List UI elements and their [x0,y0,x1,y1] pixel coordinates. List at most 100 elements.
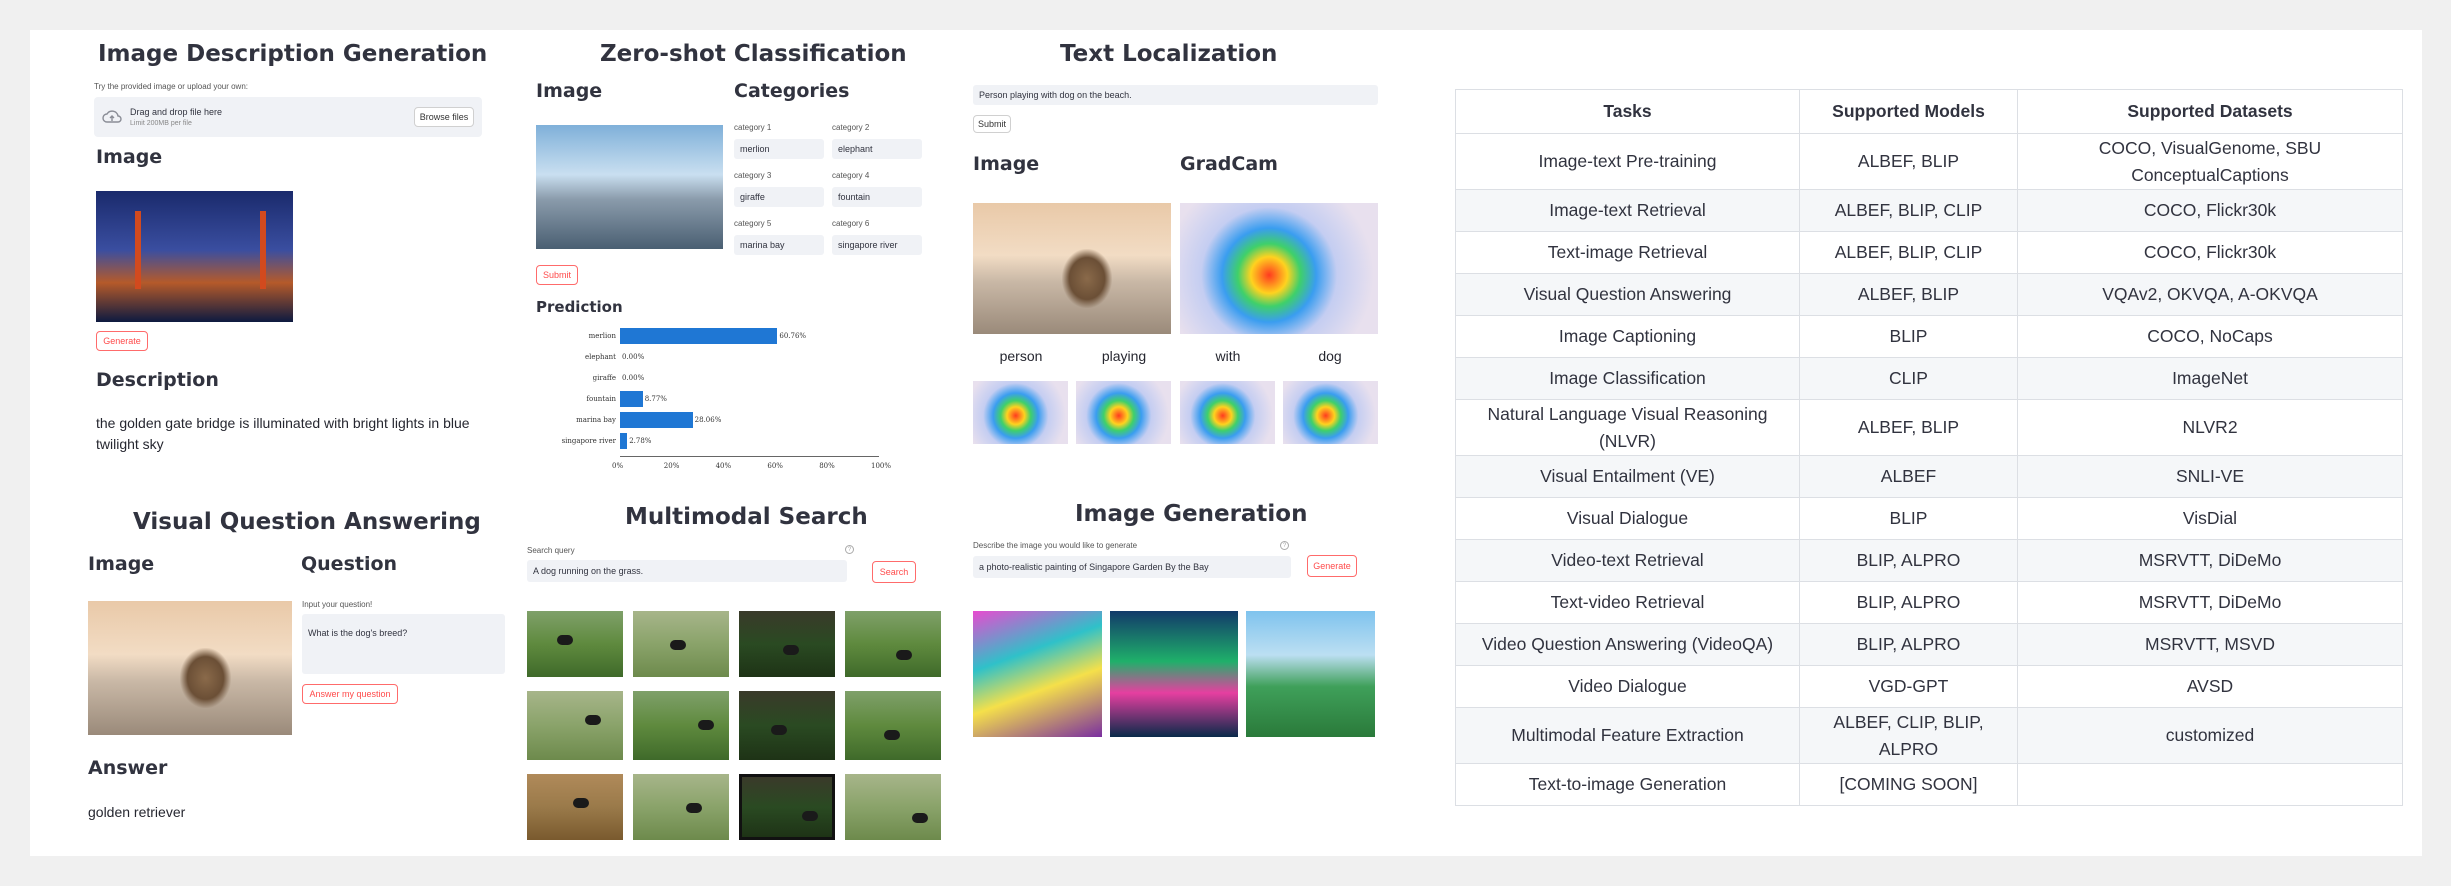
x-tick-label: 80% [819,462,835,470]
search-result-image[interactable] [527,611,623,677]
category-3-label: category 3 [734,171,772,180]
category-6-input[interactable]: singapore river [832,235,922,255]
prediction-bar [620,328,778,344]
x-tick-label: 60% [767,462,783,470]
dog-figure [783,645,799,655]
localization-text-input[interactable]: Person playing with dog on the beach. [973,85,1378,105]
dog-figure [802,811,818,821]
bar-category-label: merlion [588,332,616,340]
x-tick-label: 40% [715,462,732,470]
task-cell: Image-text Retrieval [1455,189,1800,232]
dog-figure [585,715,601,725]
generated-image-2 [1110,611,1238,737]
datasets-cell: NLVR2 [2017,399,2403,456]
generation-help-icon: ? [1280,541,1289,550]
datasets-cell: COCO, Flickr30k [2017,189,2403,232]
table-row: Visual Entailment (VE) ALBEF SNLI-VE [1455,455,2403,498]
generation-prompt-input[interactable]: a photo-realistic painting of Singapore … [973,556,1291,578]
vqa-beach-image [88,601,292,735]
localization-title: Text Localization [1060,41,1278,67]
search-result-image[interactable] [633,611,729,677]
dog-figure [686,803,702,813]
search-result-image[interactable] [845,611,941,677]
table-row: Image Captioning BLIP COCO, NoCaps [1455,315,2403,358]
generation-title: Image Generation [1075,501,1308,527]
table-row: Image-text Retrieval ALBEF, BLIP, CLIP COC… [1455,189,2403,232]
heatmap-dog [1283,381,1378,444]
zeroshot-image-label: Image [536,80,603,102]
category-4-input[interactable]: fountain [832,187,922,207]
cloud-upload-icon [102,110,122,123]
gradcam-label: GradCam [1180,153,1278,175]
vqa-title: Visual Question Answering [133,509,481,535]
prediction-bar [620,412,693,428]
search-button[interactable]: Search [872,561,916,583]
localization-image-label: Image [973,153,1040,175]
generation-button[interactable]: Generate [1307,555,1357,577]
search-result-image[interactable] [739,774,835,840]
dropzone-limit: Limit 200MB per file [130,120,192,127]
datasets-cell: VisDial [2017,497,2403,540]
search-results-grid [527,611,941,841]
datasets-cell: COCO, NoCaps [2017,315,2403,358]
search-result-image[interactable] [633,774,729,840]
generated-image-1 [973,611,1102,737]
bar-value-label: 2.78% [629,437,652,445]
prediction-bar [620,391,643,407]
vqa-question-label: Question [301,553,398,575]
category-1-input[interactable]: merlion [734,139,824,159]
gradcam-image [1180,203,1378,334]
task-cell: Text-to-image Generation [1455,763,1800,806]
models-cell: ALBEF, BLIP [1799,273,2018,316]
datasets-cell: ImageNet [2017,357,2403,400]
localization-submit-button[interactable]: Submit [973,115,1011,133]
table-row: Visual Dialogue BLIP VisDial [1455,497,2403,540]
dog-figure [698,720,714,730]
search-query-label: Search query [527,546,575,555]
search-result-image[interactable] [527,691,623,760]
table-row: Video-text Retrieval BLIP, ALPRO MSRVTT, D… [1455,539,2403,582]
generate-caption-button[interactable]: Generate [96,331,148,351]
category-5-input[interactable]: marina bay [734,235,824,255]
datasets-cell: MSRVTT, DiDeMo [2017,581,2403,624]
header-datasets: Supported Datasets [2017,89,2403,134]
task-cell: Visual Dialogue [1455,497,1800,540]
bar-category-label: marina bay [576,416,616,424]
models-cell: VGD-GPT [1799,665,2018,708]
search-query-input[interactable]: A dog running on the grass. [527,560,847,582]
vqa-image-label: Image [88,553,155,575]
category-3-input[interactable]: giraffe [734,187,824,207]
task-cell: Video-text Retrieval [1455,539,1800,582]
file-dropzone[interactable]: Drag and drop file here Limit 200MB per … [94,97,482,137]
search-title: Multimodal Search [625,504,868,530]
bar-category-label: giraffe [592,374,616,382]
zeroshot-title: Zero-shot Classification [600,41,907,67]
table-row: Text-image Retrieval ALBEF, BLIP, CLIP COC… [1455,231,2403,274]
search-result-image[interactable] [633,691,729,760]
prediction-bar-chart: merlion 60.76% elephant 0.00% giraffe 0.00% fo… [530,326,900,516]
browse-files-button[interactable]: Browse files [414,107,474,127]
zeroshot-submit-button[interactable]: Submit [536,265,578,285]
search-result-image[interactable] [845,691,941,760]
search-result-image[interactable] [739,611,835,677]
table-header-row: Tasks Supported Models Supported Dataset… [1455,89,2403,134]
golden-gate-image [96,191,293,322]
bar-category-label: fountain [586,395,616,403]
question-textarea[interactable]: What is the dog's breed? [302,614,505,674]
category-4-label: category 4 [832,171,870,180]
answer-question-button[interactable]: Answer my question [302,684,398,704]
heatmap-with [1180,381,1275,444]
category-2-input[interactable]: elephant [832,139,922,159]
task-cell: Image Captioning [1455,315,1800,358]
search-result-image[interactable] [739,691,835,760]
search-result-image[interactable] [845,774,941,840]
vqa-input-hint: Input your question! [302,600,373,609]
caption-title: Image Description Generation [98,41,488,67]
models-cell: [COMING SOON] [1799,763,2018,806]
tasks-table: Tasks Supported Models Supported Dataset… [1455,89,2403,806]
models-cell: ALBEF, BLIP [1799,399,2018,456]
bar-value-label: 28.06% [694,416,722,424]
datasets-cell: VQAv2, OKVQA, A-OKVQA [2017,273,2403,316]
bar-value-label: 0.00% [622,374,645,382]
search-result-image[interactable] [527,774,623,840]
